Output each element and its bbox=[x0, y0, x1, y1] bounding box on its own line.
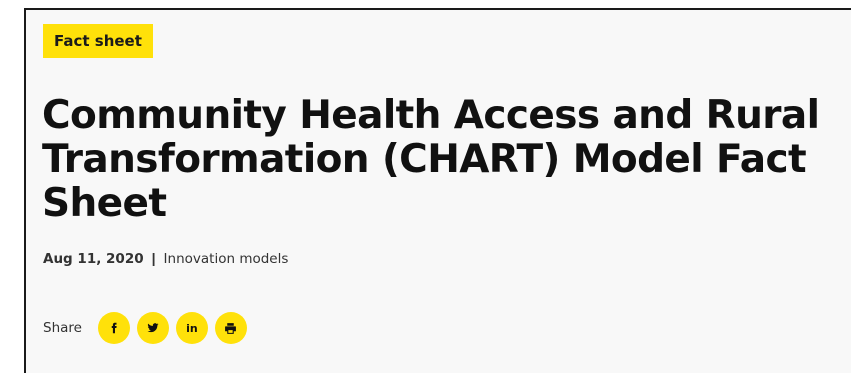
article-meta: Aug 11, 2020 | Innovation models bbox=[43, 250, 288, 267]
share-twitter-button[interactable] bbox=[136, 312, 169, 344]
publish-date: Aug 11, 2020 bbox=[43, 251, 144, 267]
page-title: Community Health Access and Rural Transf… bbox=[42, 93, 820, 226]
print-button[interactable] bbox=[214, 312, 247, 344]
twitter-icon bbox=[147, 322, 159, 334]
category-link[interactable]: Innovation models bbox=[164, 251, 289, 267]
article-header: Fact sheet Community Health Access and R… bbox=[24, 8, 851, 373]
linkedin-icon: in bbox=[186, 321, 198, 335]
share-bar: Share in bbox=[43, 312, 254, 344]
share-facebook-button[interactable] bbox=[97, 312, 130, 344]
share-label: Share bbox=[43, 320, 82, 336]
facebook-icon bbox=[108, 322, 120, 334]
share-linkedin-button[interactable]: in bbox=[175, 312, 208, 344]
print-icon bbox=[224, 322, 237, 335]
content-type-badge[interactable]: Fact sheet bbox=[43, 24, 153, 58]
meta-separator: | bbox=[151, 250, 156, 266]
